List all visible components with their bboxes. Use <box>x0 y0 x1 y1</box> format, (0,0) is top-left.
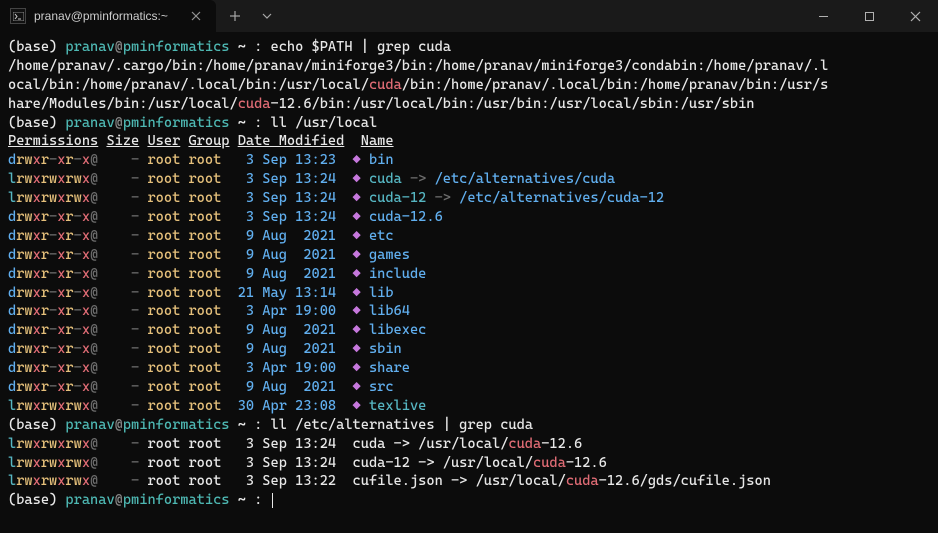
terminal-line: (base) pranav@pminformatics ~ : ll /etc/… <box>8 416 930 435</box>
terminal-line: drwxr-xr-x@ - root root 9 Aug 2021 ◆ lib… <box>8 321 930 340</box>
titlebar: pranav@pminformatics:~ <box>0 0 938 32</box>
minimize-button[interactable] <box>800 0 846 32</box>
terminal-line: lrwxrwxrwx@ - root root 3 Sep 13:24 ◆ cu… <box>8 170 930 189</box>
terminal-line: lrwxrwxrwx@ - root root 30 Apr 23:08 ◆ t… <box>8 397 930 416</box>
terminal-line: drwxr-xr-x@ - root root 9 Aug 2021 ◆ src <box>8 378 930 397</box>
terminal-line: drwxr-xr-x@ - root root 3 Apr 19:00 ◆ li… <box>8 302 930 321</box>
terminal-icon <box>10 8 26 24</box>
terminal-line: ocal/bin:/home/pranav/.local/bin:/usr/lo… <box>8 76 930 95</box>
terminal-line: drwxr-xr-x@ - root root 3 Apr 19:00 ◆ sh… <box>8 359 930 378</box>
terminal-line: drwxr-xr-x@ - root root 9 Aug 2021 ◆ inc… <box>8 265 930 284</box>
terminal-line: hare/Modules/bin:/usr/local/cuda-12.6/bi… <box>8 95 930 114</box>
terminal-line: lrwxrwxrwx@ - root root 3 Sep 13:24 cuda… <box>8 435 930 454</box>
terminal-line: drwxr-xr-x@ - root root 21 May 13:14 ◆ l… <box>8 284 930 303</box>
terminal-line: (base) pranav@pminformatics ~ : echo $PA… <box>8 38 930 57</box>
terminal-line: drwxr-xr-x@ - root root 3 Sep 13:23 ◆ bi… <box>8 151 930 170</box>
terminal-line: Permissions Size User Group Date Modifie… <box>8 132 930 151</box>
new-tab-button[interactable] <box>220 2 250 30</box>
cursor <box>272 493 273 508</box>
terminal-line: drwxr-xr-x@ - root root 9 Aug 2021 ◆ etc <box>8 227 930 246</box>
terminal-line: (base) pranav@pminformatics ~ : ll /usr/… <box>8 114 930 133</box>
terminal-line: lrwxrwxrwx@ - root root 3 Sep 13:22 cufi… <box>8 472 930 491</box>
window-controls <box>800 0 938 32</box>
close-tab-icon[interactable] <box>190 9 204 23</box>
maximize-button[interactable] <box>846 0 892 32</box>
terminal-line: /home/pranav/.cargo/bin:/home/pranav/min… <box>8 57 930 76</box>
terminal-line: drwxr-xr-x@ - root root 9 Aug 2021 ◆ sbi… <box>8 340 930 359</box>
terminal-line: (base) pranav@pminformatics ~ : <box>8 491 930 510</box>
terminal-line: lrwxrwxrwx@ - root root 3 Sep 13:24 ◆ cu… <box>8 189 930 208</box>
terminal-line: drwxr-xr-x@ - root root 3 Sep 13:24 ◆ cu… <box>8 208 930 227</box>
tab-actions <box>216 2 282 30</box>
tab[interactable]: pranav@pminformatics:~ <box>0 0 216 32</box>
dropdown-button[interactable] <box>252 2 282 30</box>
tab-title: pranav@pminformatics:~ <box>34 8 182 24</box>
terminal-content[interactable]: (base) pranav@pminformatics ~ : echo $PA… <box>0 32 938 516</box>
terminal-line: lrwxrwxrwx@ - root root 3 Sep 13:24 cuda… <box>8 454 930 473</box>
terminal-line: drwxr-xr-x@ - root root 9 Aug 2021 ◆ gam… <box>8 246 930 265</box>
close-button[interactable] <box>892 0 938 32</box>
